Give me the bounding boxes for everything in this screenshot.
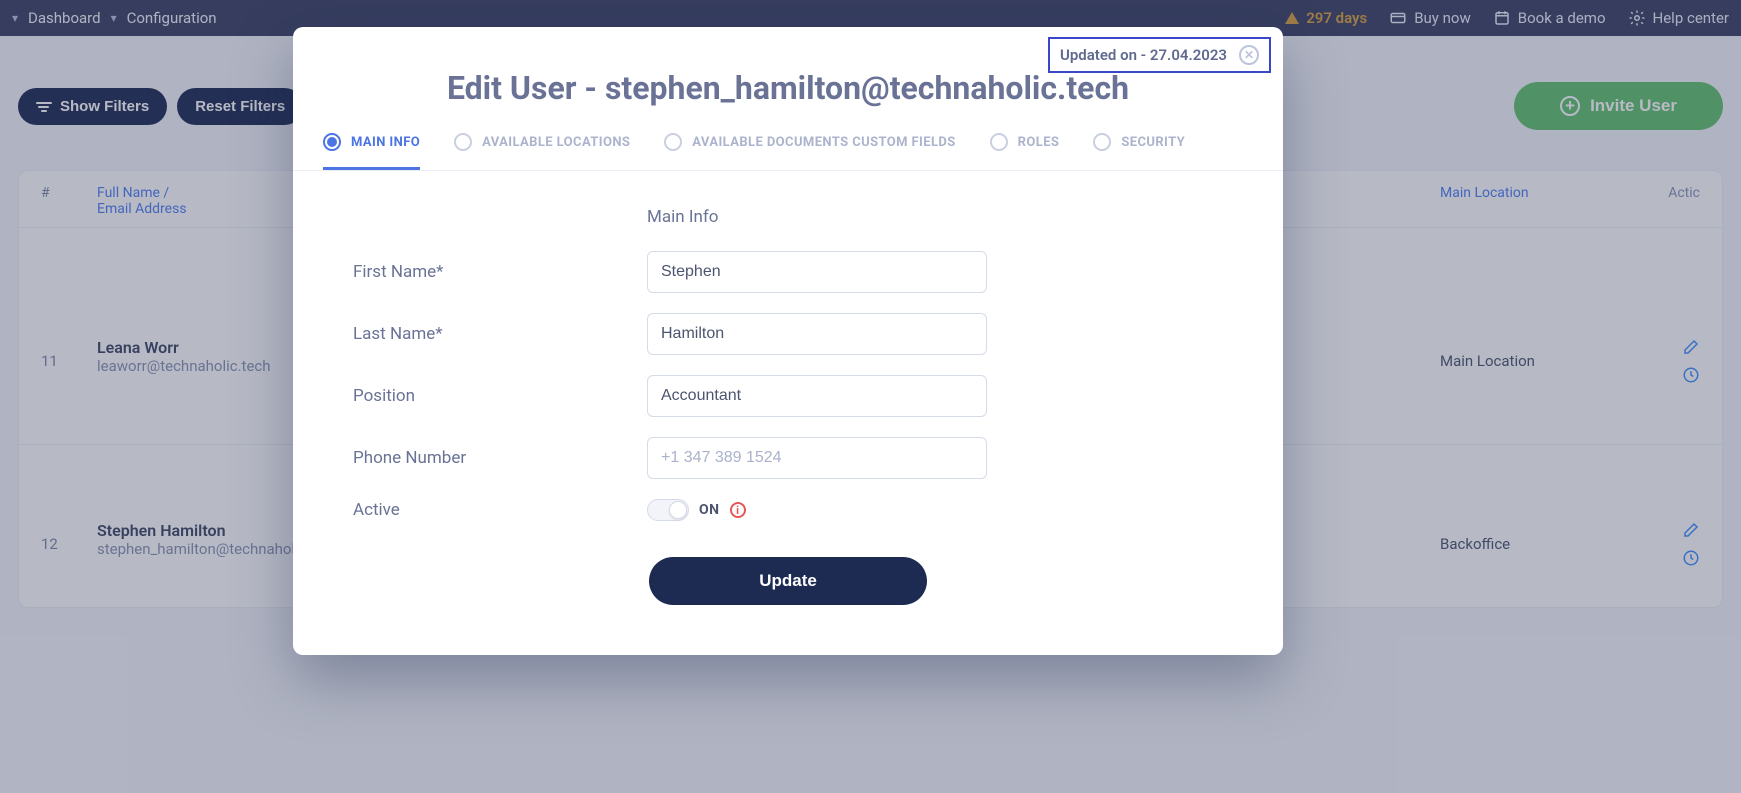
- phone-input[interactable]: [647, 437, 987, 479]
- active-toggle-wrap: ON i: [647, 499, 746, 521]
- close-icon[interactable]: ✕: [1239, 45, 1259, 65]
- updated-on-label: Updated on - 27.04.2023: [1060, 46, 1227, 64]
- active-label: Active: [353, 500, 647, 520]
- radio-icon: [990, 133, 1008, 151]
- radio-icon: [664, 133, 682, 151]
- radio-icon: [454, 133, 472, 151]
- section-label-main-info: Main Info: [647, 207, 1223, 227]
- radio-icon: [1093, 133, 1111, 151]
- edit-user-modal: Updated on - 27.04.2023 ✕ Edit User - st…: [293, 27, 1283, 655]
- update-button[interactable]: Update: [649, 557, 927, 605]
- last-name-input[interactable]: [647, 313, 987, 355]
- updated-on-box: Updated on - 27.04.2023 ✕: [1048, 37, 1271, 73]
- field-position: Position: [353, 375, 1223, 417]
- tab-roles[interactable]: ROLES: [990, 133, 1060, 170]
- field-last-name: Last Name*: [353, 313, 1223, 355]
- modal-title: Edit User - stephen_hamilton@technaholic…: [293, 69, 1283, 107]
- last-name-label: Last Name*: [353, 324, 647, 344]
- field-first-name: First Name*: [353, 251, 1223, 293]
- position-input[interactable]: [647, 375, 987, 417]
- first-name-label: First Name*: [353, 262, 647, 282]
- form-area: Main Info First Name* Last Name* Positio…: [293, 171, 1283, 625]
- modal-header: Updated on - 27.04.2023 ✕: [293, 27, 1283, 73]
- info-icon[interactable]: i: [730, 502, 746, 518]
- submit-row: Update: [353, 557, 1223, 605]
- tab-available-documents-custom-fields[interactable]: AVAILABLE DOCUMENTS CUSTOM FIELDS: [664, 133, 955, 170]
- radio-icon: [323, 133, 341, 151]
- phone-label: Phone Number: [353, 448, 647, 468]
- field-phone: Phone Number: [353, 437, 1223, 479]
- active-toggle[interactable]: [647, 499, 689, 521]
- tab-main-info[interactable]: MAIN INFO: [323, 133, 420, 170]
- modal-tabs: MAIN INFO AVAILABLE LOCATIONS AVAILABLE …: [293, 107, 1283, 171]
- first-name-input[interactable]: [647, 251, 987, 293]
- field-active: Active ON i: [353, 499, 1223, 521]
- tab-security[interactable]: SECURITY: [1093, 133, 1185, 170]
- active-state-label: ON: [699, 502, 720, 518]
- position-label: Position: [353, 386, 647, 406]
- tab-available-locations[interactable]: AVAILABLE LOCATIONS: [454, 133, 630, 170]
